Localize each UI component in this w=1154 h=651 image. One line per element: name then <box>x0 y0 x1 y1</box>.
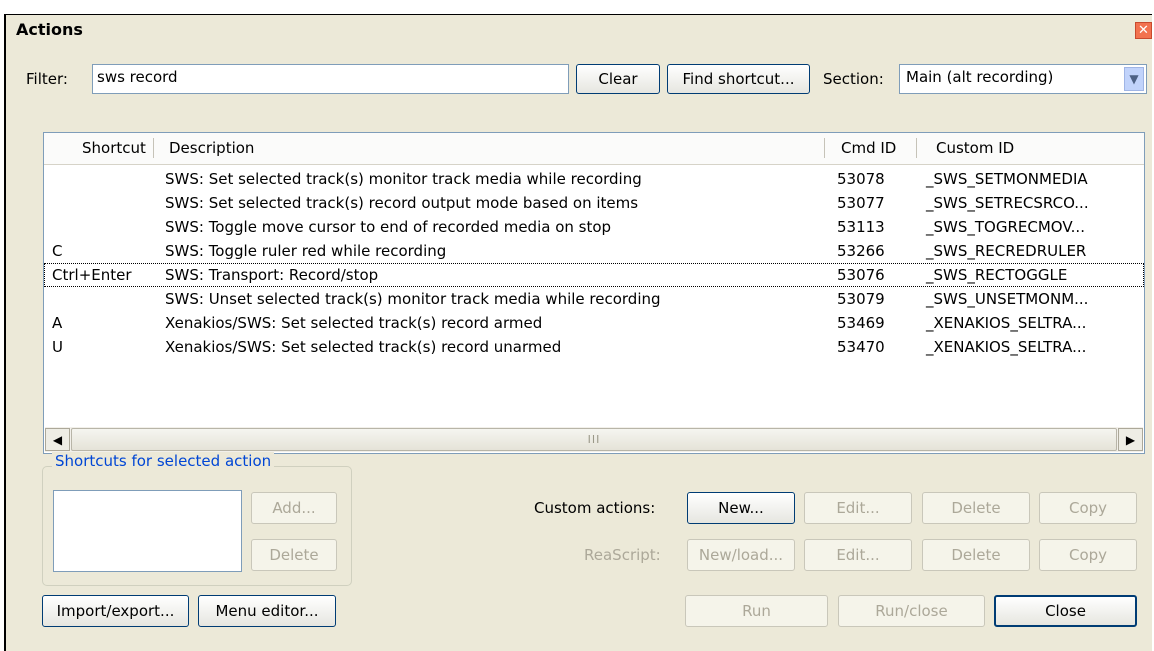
table-row[interactable]: SWS: Toggle move cursor to end of record… <box>44 215 1144 239</box>
shortcuts-list[interactable] <box>53 490 242 572</box>
row-custom-id: _SWS_UNSETMONM... <box>926 290 1089 308</box>
row-shortcut: A <box>52 314 63 332</box>
window-title: Actions <box>16 20 83 39</box>
scroll-thumb[interactable]: III <box>71 428 1117 451</box>
row-shortcut: Ctrl+Enter <box>52 266 132 284</box>
row-description: SWS: Transport: Record/stop <box>165 266 379 284</box>
menu-editor-button[interactable]: Menu editor... <box>198 595 336 627</box>
delete-shortcut-button[interactable]: Delete <box>251 539 337 571</box>
new-custom-action-button[interactable]: New... <box>687 492 795 524</box>
row-cmd-id: 53469 <box>837 314 885 332</box>
delete-custom-action-button[interactable]: Delete <box>922 492 1030 524</box>
row-cmd-id: 53077 <box>837 194 885 212</box>
custom-actions-label: Custom actions: <box>534 499 656 517</box>
row-description: SWS: Set selected track(s) record output… <box>165 194 639 212</box>
row-description: SWS: Toggle move cursor to end of record… <box>165 218 612 236</box>
reascript-label: ReaScript: <box>584 546 661 564</box>
table-row[interactable]: U Xenakios/SWS: Set selected track(s) re… <box>44 335 1144 359</box>
row-shortcut: C <box>52 242 63 260</box>
edit-custom-action-button[interactable]: Edit... <box>804 492 912 524</box>
scroll-right-icon[interactable]: ▶ <box>1118 428 1143 451</box>
reascript-edit-button[interactable]: Edit... <box>804 539 912 571</box>
header-divider[interactable] <box>153 138 154 158</box>
run-button[interactable]: Run <box>685 595 828 627</box>
section-label: Section: <box>823 70 884 88</box>
row-custom-id: _XENAKIOS_SELTRA... <box>926 314 1087 332</box>
reascript-delete-button[interactable]: Delete <box>922 539 1030 571</box>
import-export-button[interactable]: Import/export... <box>42 595 189 627</box>
clear-button[interactable]: Clear <box>576 64 660 94</box>
table-row-selected[interactable]: Ctrl+Enter SWS: Transport: Record/stop 5… <box>44 263 1144 287</box>
row-description: SWS: Toggle ruler red while recording <box>165 242 447 260</box>
filter-label: Filter: <box>26 70 68 88</box>
copy-custom-action-button[interactable]: Copy <box>1039 492 1137 524</box>
close-icon[interactable]: ✕ <box>1135 22 1152 39</box>
row-custom-id: _SWS_SETMONMEDIA <box>926 170 1088 188</box>
table-row[interactable]: A Xenakios/SWS: Set selected track(s) re… <box>44 311 1144 335</box>
row-cmd-id: 53079 <box>837 290 885 308</box>
row-custom-id: _SWS_RECREDRULER <box>926 242 1087 260</box>
add-shortcut-button[interactable]: Add... <box>251 492 337 524</box>
row-description: SWS: Unset selected track(s) monitor tra… <box>165 290 661 308</box>
row-shortcut: U <box>52 338 63 356</box>
close-button[interactable]: Close <box>994 595 1137 627</box>
row-description: SWS: Set selected track(s) monitor track… <box>165 170 642 188</box>
horizontal-scrollbar[interactable]: ◀ III ▶ <box>45 427 1143 452</box>
reascript-copy-button[interactable]: Copy <box>1039 539 1137 571</box>
header-description[interactable]: Description <box>169 139 254 157</box>
scroll-thumb-grip: III <box>587 433 601 446</box>
row-cmd-id: 53076 <box>837 266 885 284</box>
chevron-down-icon[interactable]: ▼ <box>1124 67 1144 91</box>
header-shortcut[interactable]: Shortcut <box>82 139 146 157</box>
section-value: Main (alt recording) <box>906 68 1054 86</box>
header-custom-id[interactable]: Custom ID <box>936 139 1014 157</box>
table-row[interactable]: C SWS: Toggle ruler red while recording … <box>44 239 1144 263</box>
row-custom-id: _SWS_SETRECSRCO... <box>926 194 1089 212</box>
row-cmd-id: 53266 <box>837 242 885 260</box>
list-header: Shortcut Description Cmd ID Custom ID <box>44 133 1144 165</box>
header-divider[interactable] <box>916 138 917 158</box>
table-row[interactable]: SWS: Unset selected track(s) monitor tra… <box>44 287 1144 311</box>
scroll-left-icon[interactable]: ◀ <box>45 428 70 451</box>
row-custom-id: _SWS_TOGRECMOV... <box>926 218 1085 236</box>
section-select[interactable]: Main (alt recording) ▼ <box>899 64 1147 94</box>
table-row[interactable]: SWS: Set selected track(s) record output… <box>44 191 1144 215</box>
reascript-new-load-button[interactable]: New/load... <box>687 539 795 571</box>
run-close-button[interactable]: Run/close <box>838 595 985 627</box>
row-cmd-id: 53470 <box>837 338 885 356</box>
row-description: Xenakios/SWS: Set selected track(s) reco… <box>165 338 562 356</box>
filter-input[interactable]: sws record <box>92 64 569 94</box>
action-list[interactable]: Shortcut Description Cmd ID Custom ID SW… <box>43 132 1145 454</box>
header-cmd-id[interactable]: Cmd ID <box>841 139 896 157</box>
row-custom-id: _SWS_RECTOGGLE <box>926 266 1068 284</box>
row-description: Xenakios/SWS: Set selected track(s) reco… <box>165 314 543 332</box>
shortcuts-group-title: Shortcuts for selected action <box>52 452 275 470</box>
row-cmd-id: 53113 <box>837 218 885 236</box>
find-shortcut-button[interactable]: Find shortcut... <box>667 64 810 94</box>
table-row[interactable]: SWS: Set selected track(s) monitor track… <box>44 167 1144 191</box>
row-custom-id: _XENAKIOS_SELTRA... <box>926 338 1087 356</box>
header-divider[interactable] <box>824 138 825 158</box>
actions-window: Actions ✕ Filter: sws record Clear Find … <box>4 14 1152 651</box>
row-cmd-id: 53078 <box>837 170 885 188</box>
